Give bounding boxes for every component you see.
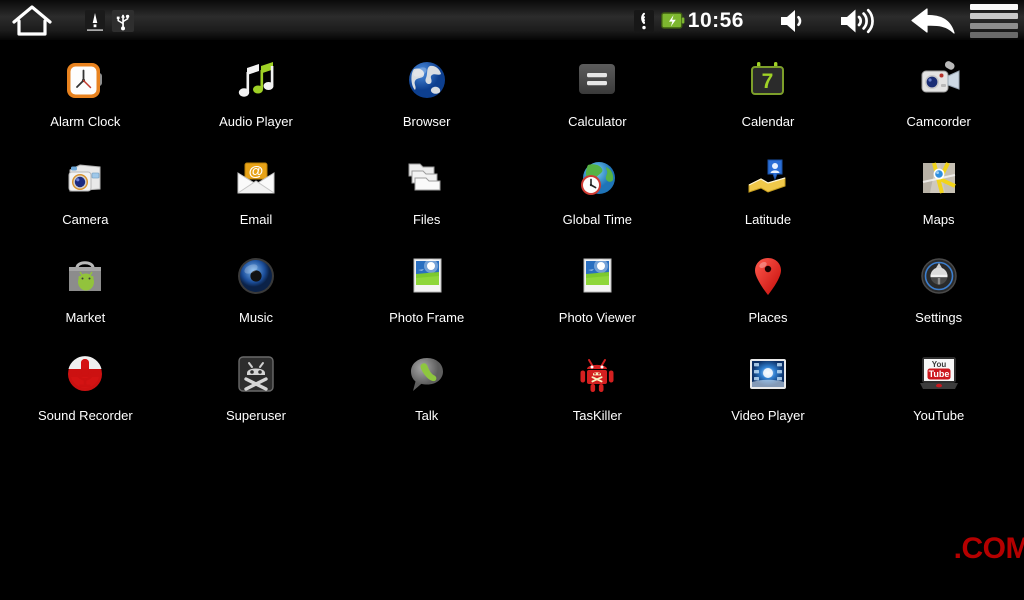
wifi-icon[interactable]: [633, 10, 655, 32]
status-bar-right: 10:56: [633, 0, 1024, 42]
app-item-browser[interactable]: Browser: [341, 48, 512, 146]
app-label: Email: [239, 212, 273, 227]
app-item-latitude[interactable]: Latitude: [683, 146, 854, 244]
app-item-files[interactable]: Files: [341, 146, 512, 244]
browser-globe-icon: [400, 54, 454, 108]
app-label: Settings: [915, 310, 963, 325]
app-label: Photo Frame: [389, 310, 465, 325]
photo-viewer-icon: [570, 250, 624, 304]
app-label: Camcorder: [906, 114, 971, 129]
talk-balloon-icon: [400, 348, 454, 402]
app-label: Music: [239, 310, 273, 325]
app-label: Camera: [62, 212, 109, 227]
home-icon[interactable]: [0, 0, 64, 42]
app-item-alarm-clock[interactable]: Alarm Clock: [0, 48, 171, 146]
video-player-icon: [741, 348, 795, 402]
volume-up-icon[interactable]: [838, 5, 884, 37]
app-item-places[interactable]: Places: [683, 244, 854, 342]
app-item-video-player[interactable]: Video Player: [683, 342, 854, 440]
settings-dial-icon: [912, 250, 966, 304]
music-speaker-icon: [229, 250, 283, 304]
audio-player-icon: [229, 54, 283, 108]
battery-charging-icon[interactable]: [660, 10, 685, 32]
app-label: Calculator: [568, 114, 627, 129]
svg-text:Tube: Tube: [928, 369, 949, 379]
app-label: Maps: [922, 212, 955, 227]
market-bag-icon: [58, 250, 112, 304]
taskiller-android-icon: [570, 348, 624, 402]
places-pin-icon: [741, 250, 795, 304]
files-folder-icon: [400, 152, 454, 206]
calculator-icon: [570, 54, 624, 108]
usb-icon[interactable]: [112, 10, 134, 32]
app-label: Talk: [415, 408, 439, 423]
app-item-market[interactable]: Market: [0, 244, 171, 342]
app-label: Alarm Clock: [50, 114, 121, 129]
warning-icon[interactable]: [84, 10, 106, 32]
svg-text:You: You: [931, 360, 946, 369]
back-arrow-icon[interactable]: [910, 5, 958, 37]
app-label: Superuser: [226, 408, 286, 423]
global-time-icon: [570, 152, 624, 206]
app-label: Photo Viewer: [558, 310, 636, 325]
app-item-calculator[interactable]: Calculator: [512, 48, 683, 146]
app-label: Audio Player: [219, 114, 293, 129]
app-label: Files: [412, 212, 441, 227]
maps-icon: [912, 152, 966, 206]
app-item-email[interactable]: @ Email: [171, 146, 342, 244]
app-item-youtube[interactable]: You Tube YouTube: [853, 342, 1024, 440]
app-label: Video Player: [731, 408, 805, 423]
app-label: Market: [65, 310, 106, 325]
app-label: Places: [748, 310, 788, 325]
status-bar-left: [0, 0, 134, 42]
app-label: Global Time: [562, 212, 633, 227]
app-item-photo-viewer[interactable]: Photo Viewer: [512, 244, 683, 342]
calendar-icon: 7: [741, 54, 795, 108]
superuser-skull-icon: [229, 348, 283, 402]
app-label: Latitude: [744, 212, 792, 227]
app-item-talk[interactable]: Talk: [341, 342, 512, 440]
svg-text:7: 7: [762, 70, 774, 93]
app-item-photo-frame[interactable]: Photo Frame: [341, 244, 512, 342]
site-watermark: .COM: [953, 532, 1024, 565]
app-item-camera[interactable]: Camera: [0, 146, 171, 244]
photo-frame-icon: [400, 250, 454, 304]
app-item-settings[interactable]: Settings: [853, 244, 1024, 342]
app-label: YouTube: [913, 408, 965, 423]
app-label: Browser: [402, 114, 451, 129]
camera-icon: [58, 152, 112, 206]
sound-recorder-mic-icon: [58, 348, 112, 402]
app-grid: Alarm Clock Audio Player Browser Calcula…: [0, 48, 1024, 440]
status-bar: 10:56: [0, 0, 1024, 42]
youtube-icon: You Tube: [912, 348, 966, 402]
app-item-calendar[interactable]: 7 Calendar: [683, 48, 854, 146]
camcorder-icon: [912, 54, 966, 108]
app-item-taskiller[interactable]: TasKiller: [512, 342, 683, 440]
app-item-audio-player[interactable]: Audio Player: [171, 48, 342, 146]
latitude-icon: [741, 152, 795, 206]
menu-hamburger-icon[interactable]: [970, 4, 1018, 38]
alarm-clock-icon: [58, 54, 112, 108]
status-clock: 10:56: [687, 9, 744, 32]
app-item-sound-recorder[interactable]: Sound Recorder: [0, 342, 171, 440]
app-item-camcorder[interactable]: Camcorder: [853, 48, 1024, 146]
app-item-music[interactable]: Music: [171, 244, 342, 342]
app-label: Sound Recorder: [37, 408, 133, 423]
email-envelope-icon: @: [229, 152, 283, 206]
app-drawer-screen: 10:56 Alarm Clock Audio Player Browser C…: [0, 0, 1024, 600]
app-label: TasKiller: [572, 408, 622, 423]
svg-text:@: @: [249, 163, 264, 180]
app-item-superuser[interactable]: Superuser: [171, 342, 342, 440]
app-item-global-time[interactable]: Global Time: [512, 146, 683, 244]
volume-down-icon[interactable]: [778, 6, 812, 36]
app-label: Calendar: [741, 114, 795, 129]
app-item-maps[interactable]: Maps: [853, 146, 1024, 244]
